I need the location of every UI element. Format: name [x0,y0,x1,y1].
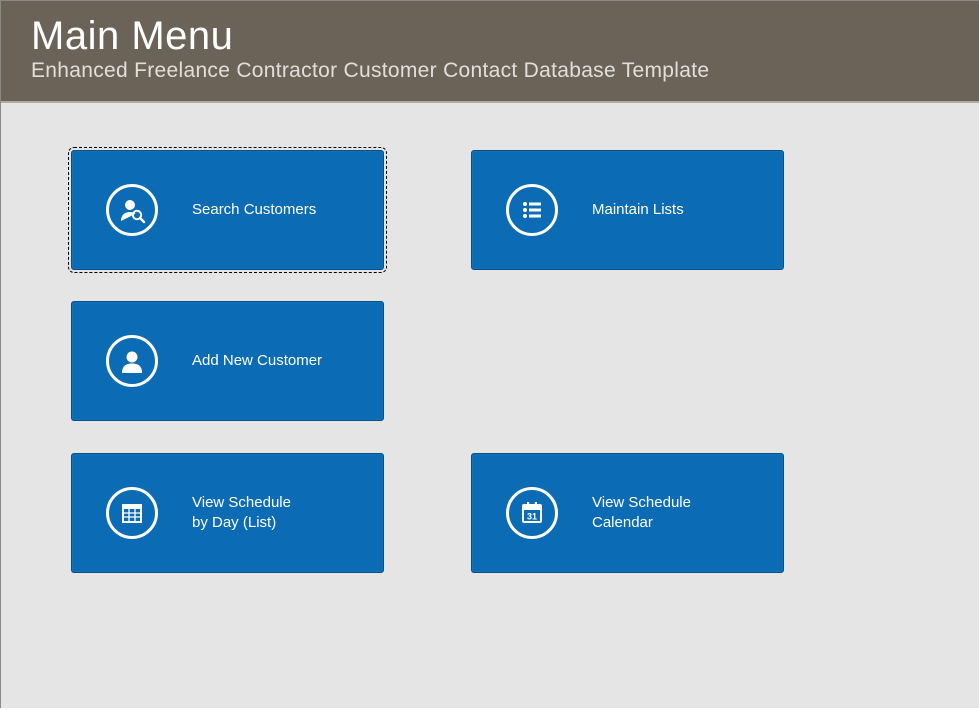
add-customer-label: Add New Customer [192,351,383,371]
maintain-lists-label: Maintain Lists [592,200,783,220]
add-customer-icon-wrap [72,335,192,387]
list-icon [506,184,558,236]
maintain-lists-button[interactable]: Maintain Lists [471,150,784,270]
view-schedule-list-button[interactable]: View Schedule by Day (List) [71,453,384,573]
page-title: Main Menu [31,15,949,57]
view-schedule-calendar-icon-wrap: 31 [472,487,592,539]
search-customers-button[interactable]: Search Customers [71,150,384,270]
svg-text:31: 31 [527,512,537,522]
view-schedule-list-label: View Schedule by Day (List) [192,493,383,534]
view-schedule-calendar-label: View Schedule Calendar [592,493,783,534]
view-schedule-calendar-button[interactable]: 31 View Schedule Calendar [471,453,784,573]
add-customer-button[interactable]: Add New Customer [71,301,384,421]
header: Main Menu Enhanced Freelance Contractor … [1,1,979,103]
calendar-date-icon: 31 [506,487,558,539]
maintain-lists-icon-wrap [472,184,592,236]
calendar-grid-icon [106,487,158,539]
person-icon [106,335,158,387]
person-search-icon [106,184,158,236]
main-content: Search Customers Maintain Lists [1,103,979,710]
app-window: Main Menu Enhanced Freelance Contractor … [0,0,979,708]
view-schedule-list-icon-wrap [72,487,192,539]
search-customers-label: Search Customers [192,200,383,220]
search-customers-icon-wrap [72,184,192,236]
page-subtitle: Enhanced Freelance Contractor Customer C… [31,59,949,83]
